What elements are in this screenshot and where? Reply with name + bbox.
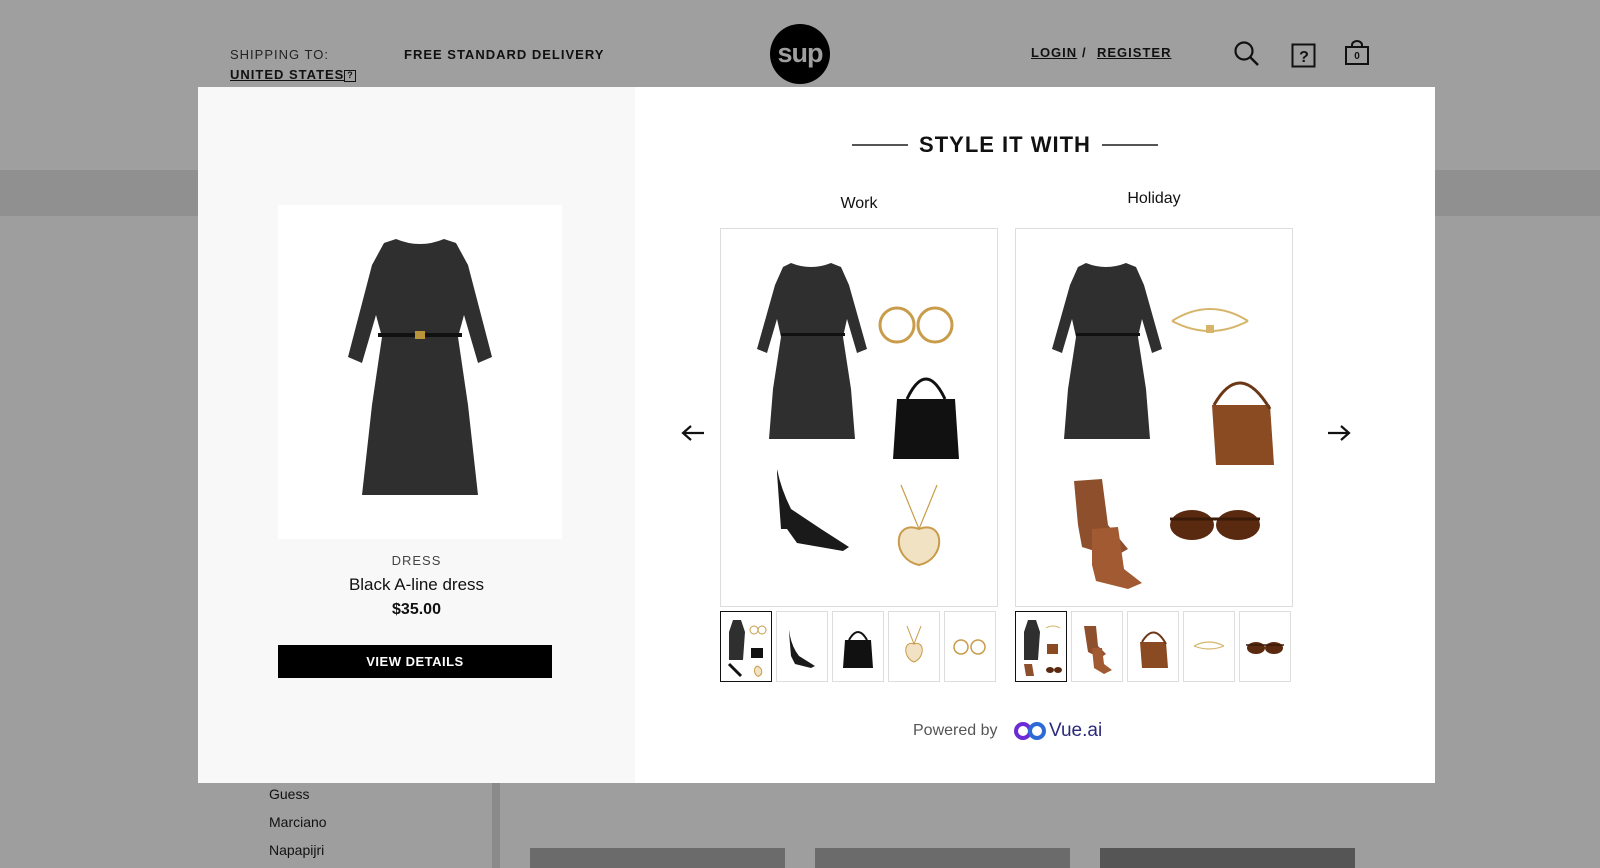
look-thumbnail[interactable] [1071,611,1123,682]
shipping-help-icon[interactable]: ? [344,70,356,82]
look-label-work: Work [840,195,878,212]
look-label-holiday: Holiday [1127,190,1181,207]
product-name: Black A-line dress [348,575,485,594]
site-logo[interactable]: sup [770,24,830,84]
shipping-label: SHIPPING TO: [230,47,329,62]
vue-ai-brand-text[interactable]: Vue.ai [1049,720,1102,742]
powered-by-label: Powered by [913,722,998,739]
product-card[interactable] [530,848,785,868]
sidebar-brand-guess[interactable]: Guess [269,786,309,802]
look-thumbnail[interactable] [888,611,940,682]
help-icon[interactable]: ? [1291,43,1317,69]
look-thumbnail[interactable] [1239,611,1291,682]
holiday-outfit-image [1052,263,1274,589]
sidebar-brand-napapijri[interactable]: Napapijri [269,842,324,858]
view-details-button[interactable]: VIEW DETAILS [278,645,552,678]
look-thumbnail[interactable] [832,611,884,682]
look-thumbnail[interactable] [776,611,828,682]
work-outfit-image [757,263,959,567]
product-card[interactable] [1100,848,1355,868]
look-card-holiday[interactable] [1015,228,1293,607]
style-it-with-title: STYLE IT WITH [919,132,1091,157]
register-link[interactable]: REGISTER [1097,45,1171,60]
product-panel: DRESS Black A-line dress $35.00 VIEW DET… [198,87,635,783]
look-thumbnail[interactable] [944,611,996,682]
cart-count: 0 [1354,51,1360,62]
look-card-work[interactable] [720,228,998,607]
arrow-left-icon[interactable] [680,423,708,443]
arrow-right-icon[interactable] [1324,423,1352,443]
svg-text:?: ? [1299,49,1309,66]
search-icon[interactable] [1233,40,1261,68]
dress-image [348,239,492,495]
product-category: DRESS [391,553,442,568]
look-thumbnail[interactable] [1127,611,1179,682]
style-it-with-modal: DRESS Black A-line dress $35.00 VIEW DET… [198,87,1435,783]
shipping-country-link[interactable]: UNITED STATES [230,67,344,82]
product-card[interactable] [815,848,1070,868]
vue-ai-logo-icon[interactable] [1013,719,1049,743]
login-link[interactable]: LOGIN [1031,45,1077,60]
look-thumbnail[interactable] [720,611,772,682]
product-image[interactable] [278,205,562,539]
look-thumbnail[interactable] [1015,611,1067,682]
product-price: $35.00 [392,601,441,618]
sidebar-brand-marciano[interactable]: Marciano [269,814,327,830]
login-separator: / [1082,45,1086,60]
sidebar-divider [492,780,500,868]
free-delivery-text: FREE STANDARD DELIVERY [404,47,605,62]
look-thumbnail[interactable] [1183,611,1235,682]
